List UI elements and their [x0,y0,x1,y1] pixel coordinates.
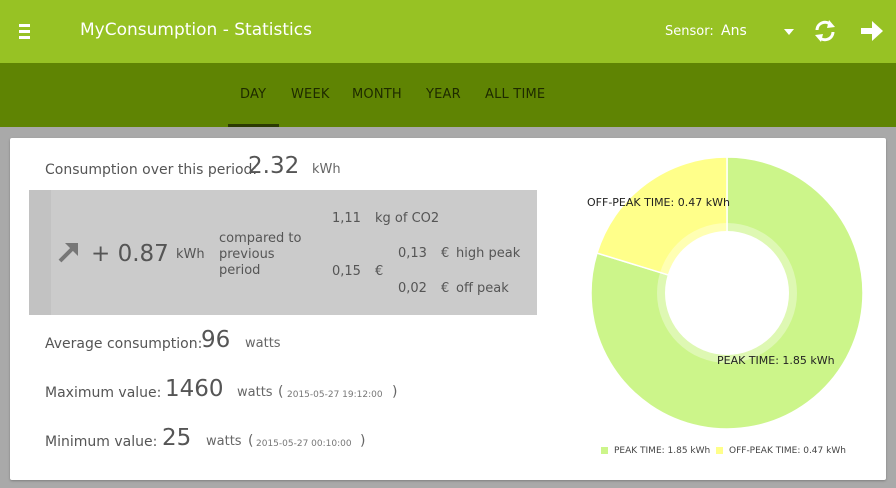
tab-year[interactable]: YEAR [426,87,461,102]
minimum-open-paren: ( [248,433,254,449]
comparison-strip [29,190,51,315]
average-value: 96 [201,327,231,353]
consumption-pie-chart: PEAK TIME: 1.85 kWh OFF-PEAK TIME: 0.47 … [570,138,880,480]
donut-hole [665,231,789,355]
sensor-select[interactable]: Ans [721,23,747,39]
minimum-close-paren: ) [360,433,366,449]
refresh-icon[interactable] [812,18,838,44]
tab-day[interactable]: DAY [240,87,266,102]
maximum-close-paren: ) [392,384,398,400]
statistics-card: Consumption over this period: 2.32 kWh +… [10,138,886,480]
minimum-label: Minimum value: [45,434,158,450]
high-peak-currency: € [441,246,450,261]
legend-swatch-off-peak-time [716,447,723,454]
tab-week[interactable]: WEEK [291,87,330,102]
dropdown-arrow-icon[interactable] [784,29,794,35]
legend-swatch-peak-time [601,447,608,454]
slice-label-peak-time: PEAK TIME: 1.85 kWh [717,354,835,367]
compared-text-line3: period [219,263,261,278]
maximum-open-paren: ( [278,384,284,400]
compared-text-line2: previous [219,247,275,262]
off-peak-value: 0,02 [398,281,427,296]
app-bar: MyConsumption - Statistics Sensor: Ans [0,0,896,63]
cost-total: 0,15 [332,264,361,279]
co2-value: 1,11 [332,211,361,226]
legend-text-off-peak-time: OFF-PEAK TIME: 0.47 kWh [729,446,846,456]
legend-text-peak-time: PEAK TIME: 1.85 kWh [614,446,711,456]
minimum-value: 25 [162,425,192,451]
maximum-label: Maximum value: [45,385,162,401]
delta-unit: kWh [176,247,205,262]
consumption-value: 2.32 [248,153,300,179]
maximum-timestamp: 2015-05-27 19:12:00 [287,390,383,400]
high-peak-value: 0,13 [398,246,427,261]
delta-value: + 0.87 [91,241,169,267]
sensor-label: Sensor: [665,24,714,39]
trend-up-arrow-icon [58,243,78,263]
slice-label-off-peak-time: OFF-PEAK TIME: 0.47 kWh [587,196,730,209]
off-peak-currency: € [441,281,450,296]
comparison-panel: + 0.87 kWh compared to previous period 1… [29,190,537,315]
tab-all-time[interactable]: ALL TIME [485,87,545,102]
high-peak-label: high peak [456,246,521,261]
forward-arrow-icon[interactable] [859,18,885,44]
menu-icon[interactable] [19,24,31,40]
maximum-value: 1460 [165,376,224,402]
app-title: MyConsumption - Statistics [80,20,312,40]
active-tab-indicator [228,124,279,127]
tab-bar: DAY WEEK MONTH YEAR ALL TIME [0,63,896,127]
tab-month[interactable]: MONTH [352,87,402,102]
cost-currency: € [375,264,384,279]
compared-text-line1: compared to [219,231,302,246]
consumption-label: Consumption over this period: [45,162,258,178]
minimum-unit: watts [206,434,242,449]
co2-unit: kg of CO2 [375,211,440,226]
consumption-unit: kWh [312,162,341,177]
pie-svg [590,156,864,430]
average-label: Average consumption: [45,336,203,352]
maximum-unit: watts [237,385,273,400]
minimum-timestamp: 2015-05-27 00:10:00 [256,439,352,449]
off-peak-label: off peak [456,281,509,296]
average-unit: watts [245,336,281,351]
